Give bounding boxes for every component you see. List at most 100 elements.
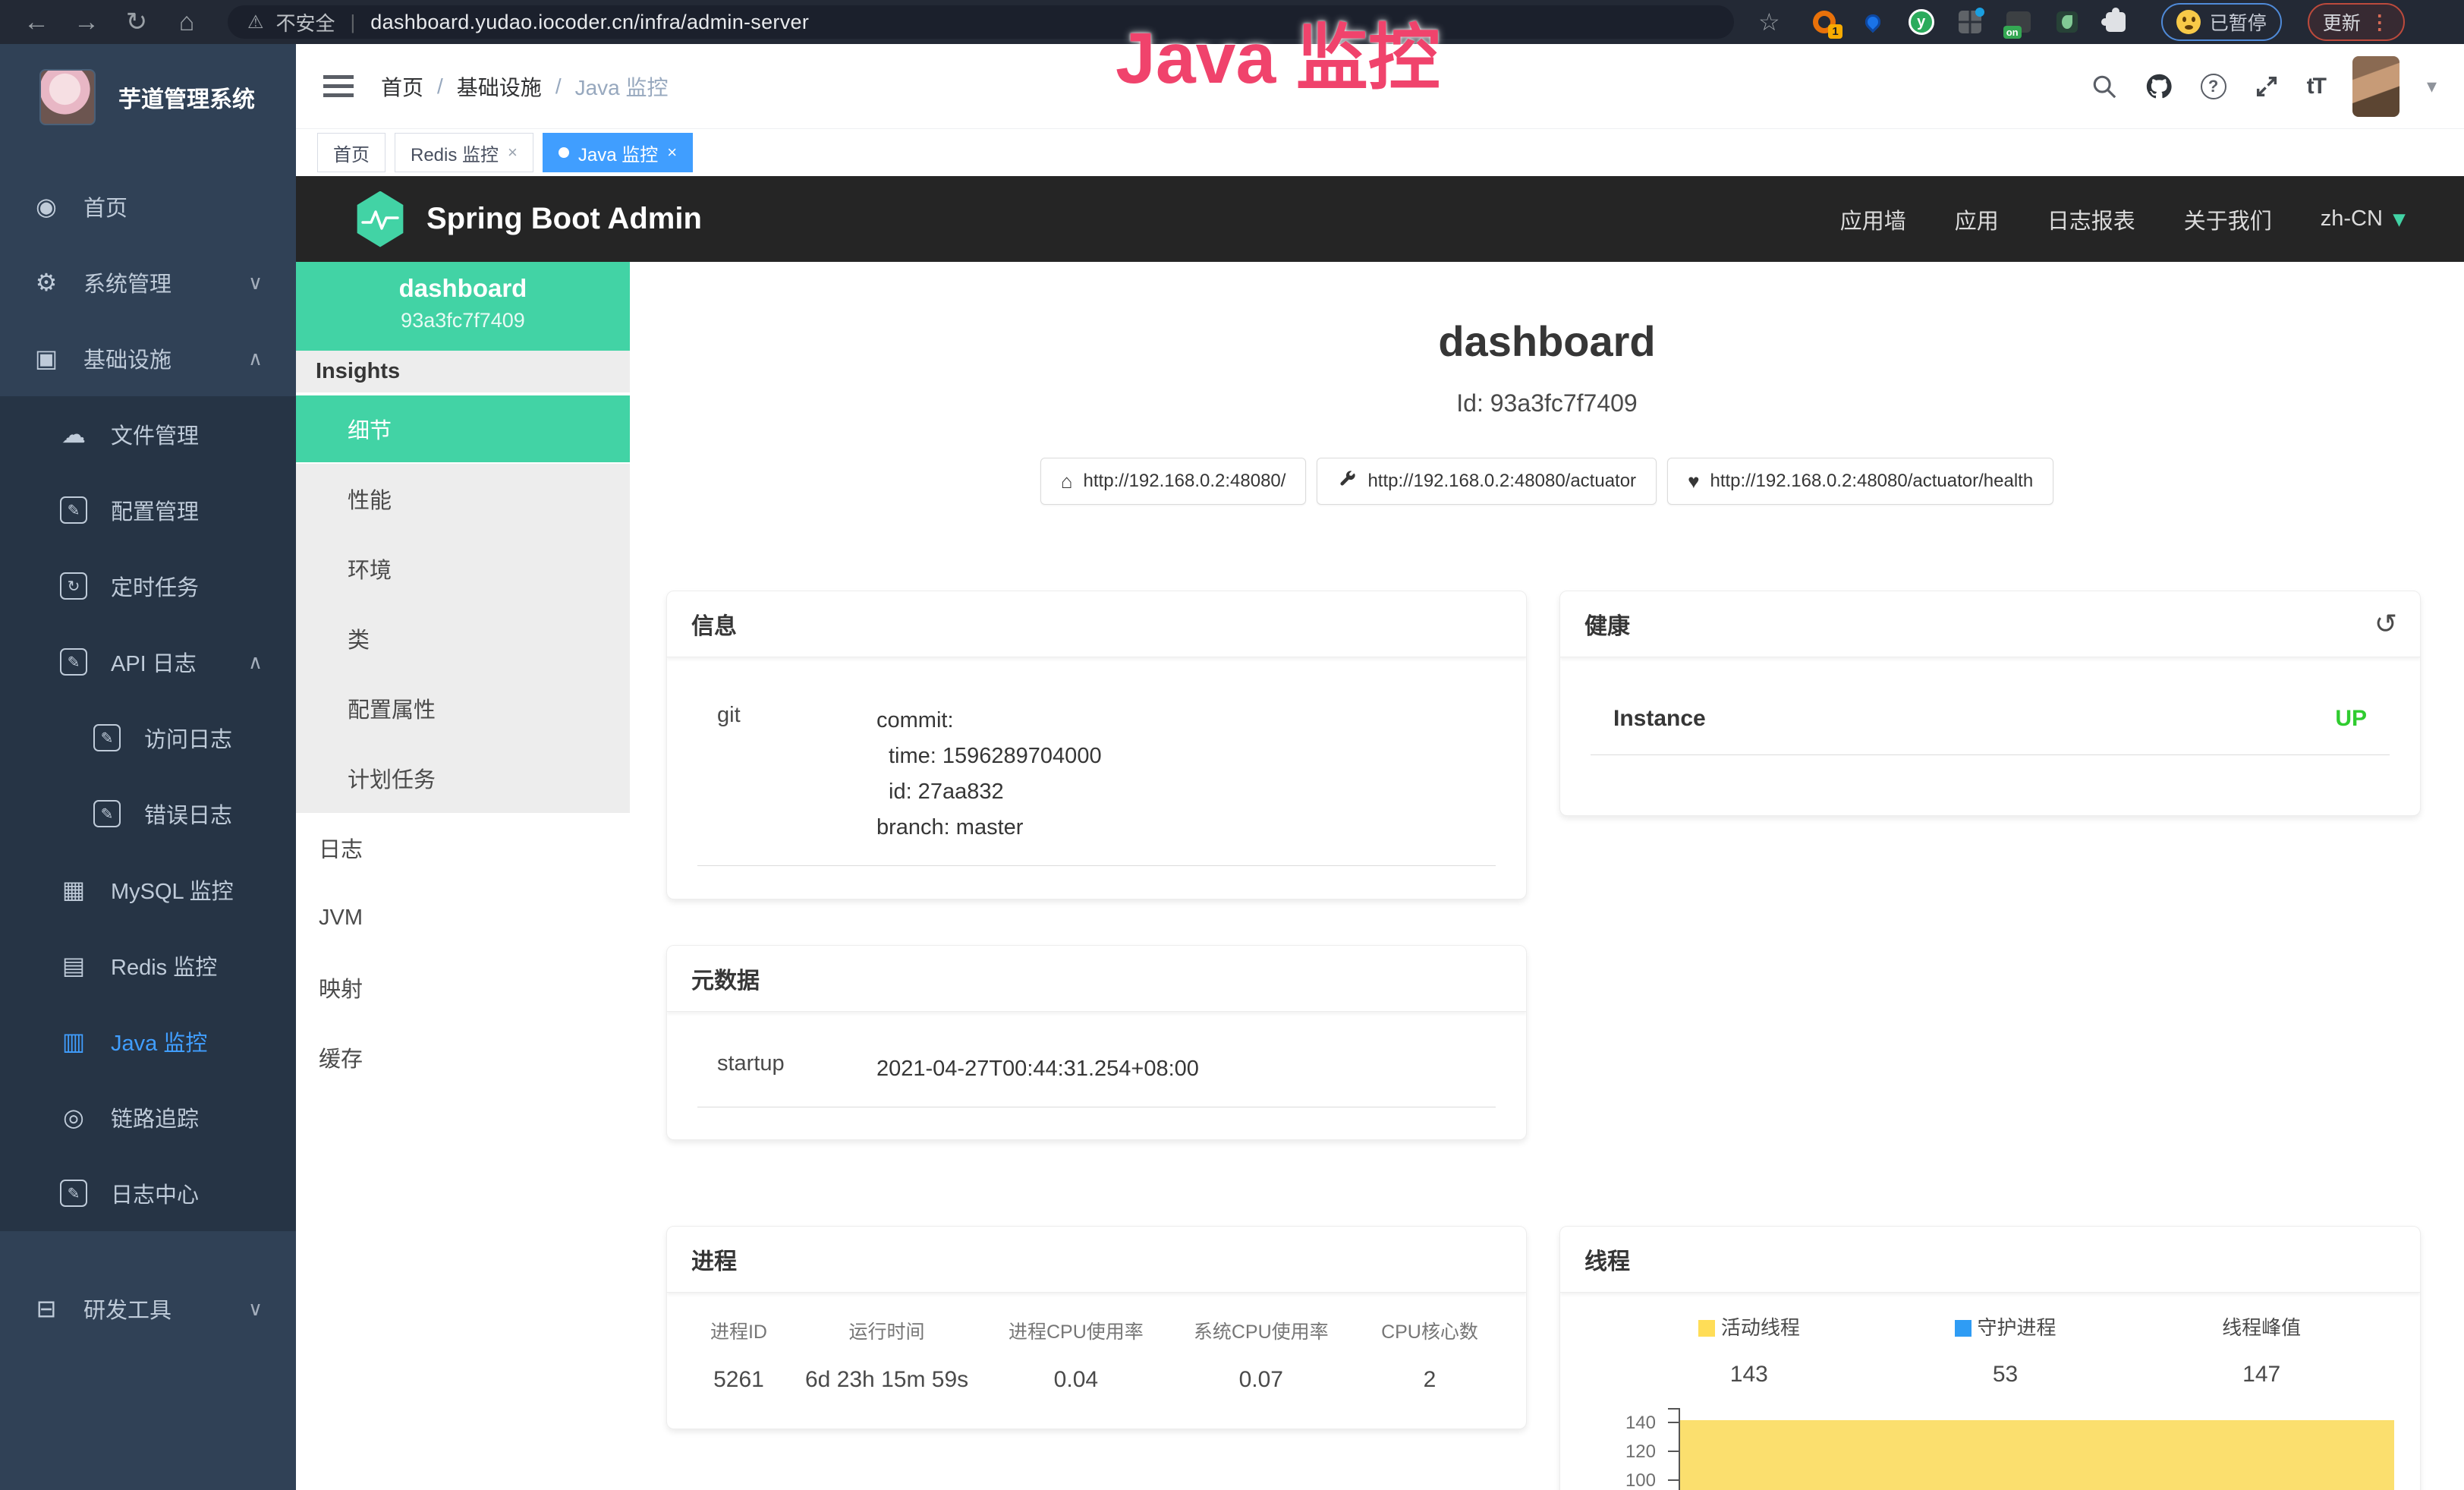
legend-label: 守护进程 xyxy=(1978,1316,2056,1339)
instance-item-jvm[interactable]: JVM xyxy=(296,883,630,953)
user-avatar[interactable] xyxy=(2352,56,2399,117)
sidebar-item-log-center[interactable]: ✎ 日志中心 xyxy=(0,1155,296,1231)
y-axis-tick xyxy=(1668,1451,1679,1452)
sidebar-item-dev-tools[interactable]: ⊟ 研发工具 ∨ xyxy=(0,1271,296,1347)
insights-item-scheduled-tasks[interactable]: 计划任务 xyxy=(296,743,630,813)
grid-shape xyxy=(1959,11,1981,33)
sidebar-item-home[interactable]: ◉ 首页 xyxy=(0,169,296,244)
browser-update-button[interactable]: 更新 ⋮ xyxy=(2308,3,2405,41)
sidebar-item-scheduled-tasks[interactable]: ↻ 定时任务 xyxy=(0,548,296,624)
threads-legend: 活动线程 143 守护进程 53 线程峰值 147 xyxy=(1560,1293,2420,1388)
text-size-icon[interactable]: tT xyxy=(2307,74,2325,99)
sidebar-item-file-management[interactable]: ☁ 文件管理 xyxy=(0,396,296,472)
process-card-title: 进程 xyxy=(667,1227,1526,1293)
edit-icon: ✎ xyxy=(56,496,91,524)
health-instance-row[interactable]: Instance UP xyxy=(1591,680,2390,755)
insights-item-classes[interactable]: 类 xyxy=(296,603,630,673)
breadcrumb-home[interactable]: 首页 xyxy=(381,71,423,102)
y-tick-140: 140 xyxy=(1583,1413,1656,1434)
sidebar-item-infrastructure[interactable]: ▣ 基础设施 ∧ xyxy=(0,320,296,396)
browser-reload-icon[interactable]: ↻ xyxy=(117,9,156,35)
actuator-url-button[interactable]: http://192.168.0.2:48080/actuator xyxy=(1317,458,1657,505)
page-url[interactable]: dashboard.yudao.iocoder.cn/infra/admin-s… xyxy=(370,11,809,34)
sba-nav-wallboard[interactable]: 应用墙 xyxy=(1840,203,1906,235)
extension-leaf-icon[interactable] xyxy=(2053,8,2081,36)
insights-item-details[interactable]: 细节 xyxy=(296,394,630,464)
security-label[interactable]: 不安全 xyxy=(276,8,335,36)
paused-profile-chip[interactable]: 已暂停 xyxy=(2161,3,2282,41)
eye-icon: ◎ xyxy=(56,1103,91,1132)
hamburger-icon[interactable] xyxy=(323,75,354,98)
browser-home-icon[interactable]: ⌂ xyxy=(167,9,206,35)
insights-group: Insights 细节 性能 环境 类 配置属性 计划任务 xyxy=(296,351,630,813)
extensions-puzzle-icon[interactable] xyxy=(2102,8,2129,36)
instance-item-mappings[interactable]: 映射 xyxy=(296,953,630,1022)
metadata-card-title: 元数据 xyxy=(667,946,1526,1012)
extension-grid-icon[interactable] xyxy=(1956,8,1984,36)
sidebar-item-mysql-monitor[interactable]: ▦ MySQL 监控 xyxy=(0,852,296,928)
close-icon[interactable]: × xyxy=(508,143,518,162)
actuator-url: http://192.168.0.2:48080/actuator xyxy=(1367,471,1636,492)
log-icon: ✎ xyxy=(56,1180,91,1207)
chevron-down-icon: ∨ xyxy=(248,1297,263,1321)
fullscreen-icon[interactable] xyxy=(2254,74,2280,99)
avatar-caret-down-icon[interactable]: ▾ xyxy=(2427,74,2437,98)
sidebar-item-error-logs[interactable]: ✎ 错误日志 xyxy=(0,776,296,852)
sidebar-item-label: 定时任务 xyxy=(111,570,199,602)
history-icon[interactable]: ↺ xyxy=(2374,608,2397,640)
sba-brand-title[interactable]: Spring Boot Admin xyxy=(426,202,702,236)
sidebar-item-redis-monitor[interactable]: ▤ Redis 监控 xyxy=(0,928,296,1003)
threads-card: 线程 活动线程 143 守护进程 53 线程峰值 147 xyxy=(1559,1226,2421,1490)
sidebar-item-java-monitor[interactable]: ▥ Java 监控 xyxy=(0,1003,296,1079)
sidebar-item-config-management[interactable]: ✎ 配置管理 xyxy=(0,472,296,548)
sba-nav-applications[interactable]: 应用 xyxy=(1955,203,1999,235)
bookmark-star-icon[interactable]: ☆ xyxy=(1758,8,1780,36)
service-url-button[interactable]: ⌂ http://192.168.0.2:48080/ xyxy=(1040,458,1307,505)
info-card-title: 信息 xyxy=(667,591,1526,657)
insights-item-environment[interactable]: 环境 xyxy=(296,534,630,603)
extension-pin-icon[interactable] xyxy=(1859,8,1887,36)
update-label: 更新 xyxy=(2323,8,2361,36)
extension-orange-ring-icon[interactable]: 1 xyxy=(1811,8,1838,36)
sidebar-item-label: 错误日志 xyxy=(144,798,232,830)
tab-home[interactable]: 首页 xyxy=(317,133,385,172)
tab-java-monitor[interactable]: Java 监控 × xyxy=(543,133,693,172)
sba-locale-select[interactable]: zh-CN ▾ xyxy=(2321,206,2405,232)
main-column: 首页 / 基础设施 / Java 监控 ? tT ▾ 首页 Red xyxy=(296,44,2464,1490)
metadata-startup-row: startup 2021-04-27T00:44:31.254+08:00 xyxy=(697,1035,1496,1107)
instance-item-logs[interactable]: 日志 xyxy=(296,813,630,883)
address-bar[interactable]: ⚠ 不安全 | dashboard.yudao.iocoder.cn/infra… xyxy=(228,5,1734,39)
sba-nav-journal[interactable]: 日志报表 xyxy=(2047,203,2135,235)
sidebar-item-label: 系统管理 xyxy=(83,266,172,298)
extension-on-icon[interactable]: on xyxy=(2005,8,2032,36)
close-icon[interactable]: × xyxy=(667,143,677,162)
sidebar-item-tracing[interactable]: ◎ 链路追踪 xyxy=(0,1079,296,1155)
log-icon: ✎ xyxy=(90,724,124,751)
health-url-button[interactable]: ♥ http://192.168.0.2:48080/actuator/heal… xyxy=(1667,458,2053,505)
app-logo-row[interactable]: 芋道管理系统 xyxy=(0,44,296,150)
insights-item-metrics[interactable]: 性能 xyxy=(296,464,630,534)
breadcrumb-infrastructure[interactable]: 基础设施 xyxy=(457,71,542,102)
sidebar-item-api-logs[interactable]: ✎ API 日志 ∧ xyxy=(0,624,296,700)
sba-nav-about[interactable]: 关于我们 xyxy=(2184,203,2272,235)
legend-peak-threads: 线程峰值 147 xyxy=(2133,1312,2390,1388)
log-box: ✎ xyxy=(60,1180,87,1207)
info-row-label: git xyxy=(717,703,876,846)
instance-item-caches[interactable]: 缓存 xyxy=(296,1022,630,1092)
extension-green-y-icon[interactable]: y xyxy=(1908,8,1935,36)
instance-header[interactable]: dashboard 93a3fc7f7409 xyxy=(296,262,630,351)
search-icon[interactable] xyxy=(2091,74,2117,99)
browser-back-icon[interactable]: ← xyxy=(17,9,56,35)
github-icon[interactable] xyxy=(2145,72,2173,101)
sidebar-item-system-management[interactable]: ⚙ 系统管理 ∨ xyxy=(0,244,296,320)
tab-label: Redis 监控 xyxy=(411,140,499,166)
sidebar-item-access-logs[interactable]: ✎ 访问日志 xyxy=(0,700,296,776)
browser-forward-icon[interactable]: → xyxy=(67,9,106,35)
java-monitor-icon: ▥ xyxy=(56,1027,91,1056)
sba-logo-icon[interactable] xyxy=(355,191,405,247)
edit-box: ✎ xyxy=(60,496,87,524)
help-icon[interactable]: ? xyxy=(2201,74,2226,99)
tab-redis-monitor[interactable]: Redis 监控 × xyxy=(395,133,533,172)
browser-menu-dots-icon[interactable]: ⋮ xyxy=(2370,11,2390,34)
insights-item-config-props[interactable]: 配置属性 xyxy=(296,673,630,743)
